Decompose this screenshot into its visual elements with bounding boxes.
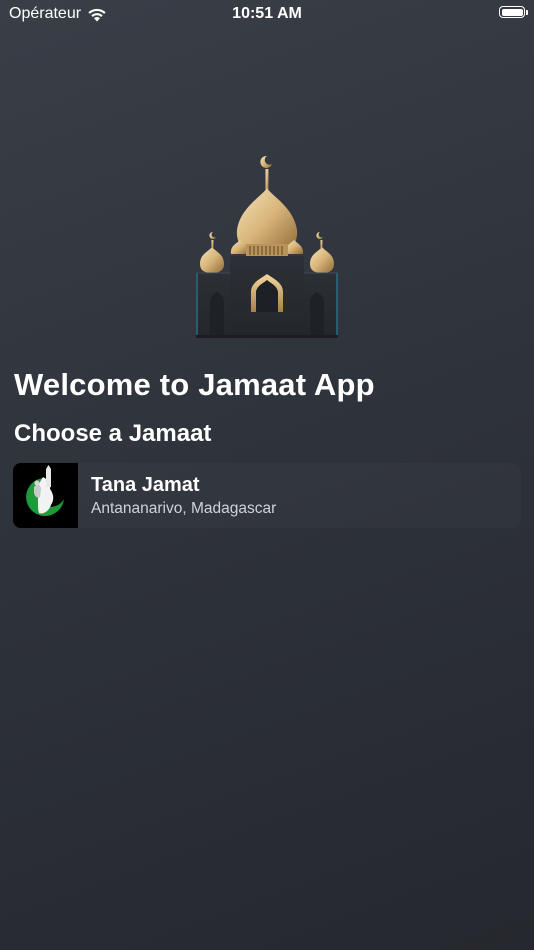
welcome-title: Welcome to Jamaat App (14, 367, 375, 402)
jamaat-logo-icon (13, 463, 78, 528)
battery-level (501, 8, 523, 16)
status-bar: Opérateur 10:51 AM (0, 0, 534, 28)
battery-icon (499, 6, 528, 18)
jamaat-list-item[interactable]: Tana Jamat Antananarivo, Madagascar (13, 463, 521, 528)
status-time: 10:51 AM (232, 5, 302, 22)
choose-jamaat-heading: Choose a Jamaat (14, 420, 212, 447)
jamaat-location: Antananarivo, Madagascar (91, 500, 277, 517)
mosque-icon (196, 155, 338, 338)
jamaat-name: Tana Jamat (91, 474, 200, 496)
